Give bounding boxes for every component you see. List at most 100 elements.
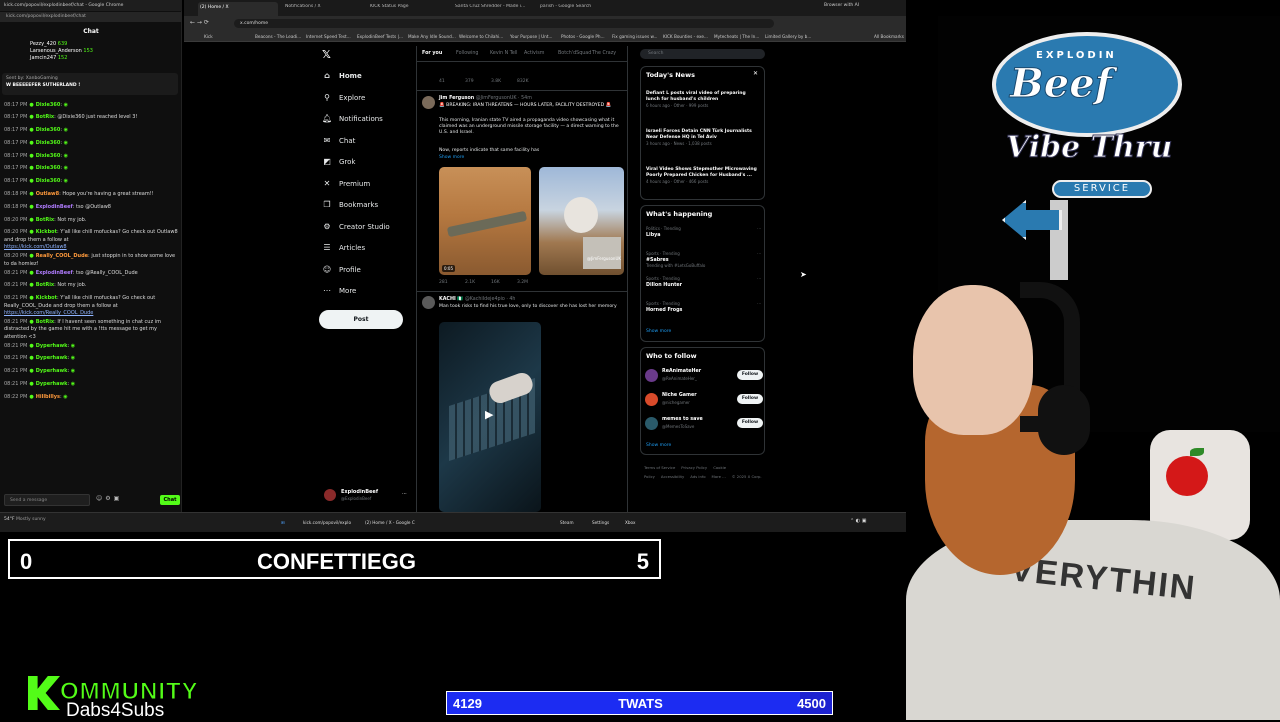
pinned-message[interactable]: Sent by: XanboGaming W BEEEEEFER SUTHERL…	[2, 73, 178, 95]
back-icon[interactable]: ← → ⟳	[190, 19, 209, 26]
feed-tab[interactable]: Botch'dSquad	[558, 51, 591, 56]
browser-tab[interactable]: parish - Google Search	[538, 4, 618, 14]
reply-count[interactable]: 281	[439, 280, 465, 285]
account-switcher[interactable]: ExplodinBeef @ExplodinBeef ⋯	[324, 487, 409, 505]
browser-tab[interactable]: (2) Home / X	[198, 2, 278, 16]
feed-tab[interactable]: The Crazy	[592, 51, 616, 56]
more-icon[interactable]: ⋯	[402, 491, 407, 497]
view-count[interactable]: 3.2M	[517, 280, 543, 285]
chat-tools[interactable]: ☺⚙▣	[96, 495, 156, 505]
message-username[interactable]: Dyperhawk	[36, 343, 68, 349]
bookmark-item[interactable]: KICK Bounties - exe...	[663, 34, 708, 39]
nav-bookmarks[interactable]: ❒ Bookmarks	[322, 200, 378, 216]
taskbar-app[interactable]: Settings	[589, 517, 612, 529]
settings-icon[interactable]: ⚙	[105, 495, 113, 502]
follow-button[interactable]: Follow	[737, 370, 763, 380]
message-link[interactable]: https://kick.com/Really_COOL_Dude	[4, 310, 93, 316]
news-item[interactable]: Israeli Forces Detain CNN Türk Journalis…	[646, 129, 761, 147]
follow-button[interactable]: Follow	[737, 394, 763, 404]
bookmark-item[interactable]: Photos - Google Ph...	[561, 34, 605, 39]
avatar[interactable]	[645, 369, 658, 382]
bookmark-item[interactable]: Your Purpose | Unt...	[510, 34, 553, 39]
feed-tab[interactable]: Activism	[524, 51, 544, 56]
message-link[interactable]: https://kick.com/Outlaw8	[4, 244, 67, 250]
chat-send-button[interactable]: Chat	[160, 495, 180, 505]
tweet-author[interactable]: Jim Ferguson	[439, 96, 474, 101]
message-username[interactable]: Outlaw8	[36, 191, 59, 197]
bookmark-item[interactable]: Fix gaming issues w...	[612, 34, 658, 39]
reply-count[interactable]: 41	[439, 79, 465, 84]
message-username[interactable]: BotRix	[36, 114, 54, 120]
tweet-actions[interactable]: 281 2.1K 16K 3.2M	[439, 280, 621, 286]
nav-profile[interactable]: ☺ Profile	[322, 265, 361, 281]
message-username[interactable]: BotRix	[36, 217, 54, 223]
nav-chat[interactable]: ✉ Chat	[322, 136, 356, 152]
tweet-avatar[interactable]	[422, 296, 435, 309]
bookmark-item[interactable]: ExplodinBeef Tests |...	[357, 34, 403, 39]
message-username[interactable]: Dixie360	[36, 127, 61, 133]
url-field[interactable]: x.com/home	[234, 19, 774, 28]
nav-premium[interactable]: ✕ Premium	[322, 179, 371, 195]
bookmark-item[interactable]: Limited Gallery by b...	[765, 34, 811, 39]
leaderboard-name[interactable]: Jamcin247	[30, 55, 56, 61]
message-username[interactable]: Hillbillys	[36, 394, 60, 400]
show-more-link[interactable]: Show more	[646, 329, 671, 334]
message-username[interactable]: Dixie360	[36, 165, 61, 171]
trend-item[interactable]: Sports · Trending Horned Frogs ⋯	[646, 301, 761, 313]
nav-more[interactable]: ⋯ More	[322, 286, 356, 302]
browser-tab[interactable]: Santa Cruz Shredder - Made i...	[453, 4, 533, 14]
bookmark-item[interactable]: Internet Speed Test...	[306, 34, 351, 39]
message-username[interactable]: Dixie360	[36, 153, 61, 159]
close-icon[interactable]: ✕	[753, 70, 758, 77]
feed-tab[interactable]: For you	[422, 51, 442, 56]
browser-controls[interactable]: Browser with AI	[824, 3, 904, 13]
view-count[interactable]: 832K	[517, 79, 543, 84]
follow-suggestion[interactable]: Niche Gamer @nichegamer Follow	[645, 392, 763, 410]
play-icon[interactable]: ▶	[485, 408, 493, 421]
emote-icon[interactable]: ☺	[96, 495, 105, 502]
footer-link[interactable]: Terms of Service	[644, 465, 675, 470]
tweet-author[interactable]: KACHI 🇳🇬	[439, 297, 463, 302]
message-username[interactable]: Dixie360	[36, 140, 61, 146]
message-username[interactable]: Really_COOL_Dude	[36, 253, 88, 259]
news-item[interactable]: Viral Video Shows Stepmother Microwaving…	[646, 167, 761, 185]
bookmark-item[interactable]: Make Any Idle Sound...	[408, 34, 456, 39]
more-icon[interactable]: ⋯	[757, 226, 761, 232]
trend-item[interactable]: Sports · Trending #Sabres Trending with #L…	[646, 251, 761, 269]
taskbar-app[interactable]: (2) Home / X - Google C	[362, 517, 418, 529]
trend-item[interactable]: Sports · Trending Dillon Hunter ⋯	[646, 276, 761, 288]
trend-item[interactable]: Politics · Trending Libya ⋯	[646, 226, 761, 238]
more-icon[interactable]: ⋯	[757, 251, 761, 257]
feed-tab[interactable]: Following	[456, 51, 478, 56]
footer-link[interactable]: More ...	[712, 474, 726, 479]
message-username[interactable]: Dyperhawk	[36, 355, 68, 361]
message-username[interactable]: ExplodinBeef	[36, 204, 73, 210]
news-item[interactable]: Defiant L posts viral video of preparing…	[646, 91, 761, 109]
gift-icon[interactable]: ▣	[114, 495, 123, 502]
follow-suggestion[interactable]: ReAnimateHer @ReAnimateHer_ Follow	[645, 368, 763, 386]
nav-explore[interactable]: ⚲ Explore	[322, 93, 365, 109]
message-username[interactable]: Kickbot	[36, 295, 57, 301]
nav-creator-studio[interactable]: ⚙ Creator Studio	[322, 222, 389, 238]
follow-button[interactable]: Follow	[737, 418, 763, 428]
bookmark-item[interactable]: Mytecheats | The In...	[714, 34, 759, 39]
bookmark-item[interactable]: Welcome to Chilahi...	[459, 34, 503, 39]
chat-input[interactable]: Send a message	[4, 494, 90, 506]
browser-tab[interactable]: Notifications / X	[283, 4, 363, 14]
nav-grok[interactable]: ◩ Grok	[322, 157, 355, 173]
tweet-video-1[interactable]: 0:05	[439, 167, 531, 275]
bookmark-item[interactable]: Beacons - The Leadi...	[255, 34, 301, 39]
message-username[interactable]: Kickbot	[36, 229, 57, 235]
show-more-link[interactable]: Show more	[646, 443, 671, 448]
footer-link[interactable]: Privacy Policy	[681, 465, 707, 470]
follow-suggestion[interactable]: memes to save @MemesToSave Follow	[645, 416, 763, 434]
nav-home[interactable]: ⌂ Home	[322, 71, 362, 87]
message-username[interactable]: BotRix	[36, 282, 54, 288]
footer-link[interactable]: Accessibility	[661, 474, 684, 479]
browser-tab[interactable]: KICK Status Page	[368, 4, 448, 14]
search-input[interactable]: Search	[640, 49, 765, 59]
tweet-avatar[interactable]	[422, 96, 435, 109]
taskbar-app[interactable]: kick.com/popovil/explo	[300, 517, 354, 529]
leaderboard-name[interactable]: Larsenous_Anderson	[30, 48, 82, 54]
like-count[interactable]: 16K	[491, 280, 517, 285]
